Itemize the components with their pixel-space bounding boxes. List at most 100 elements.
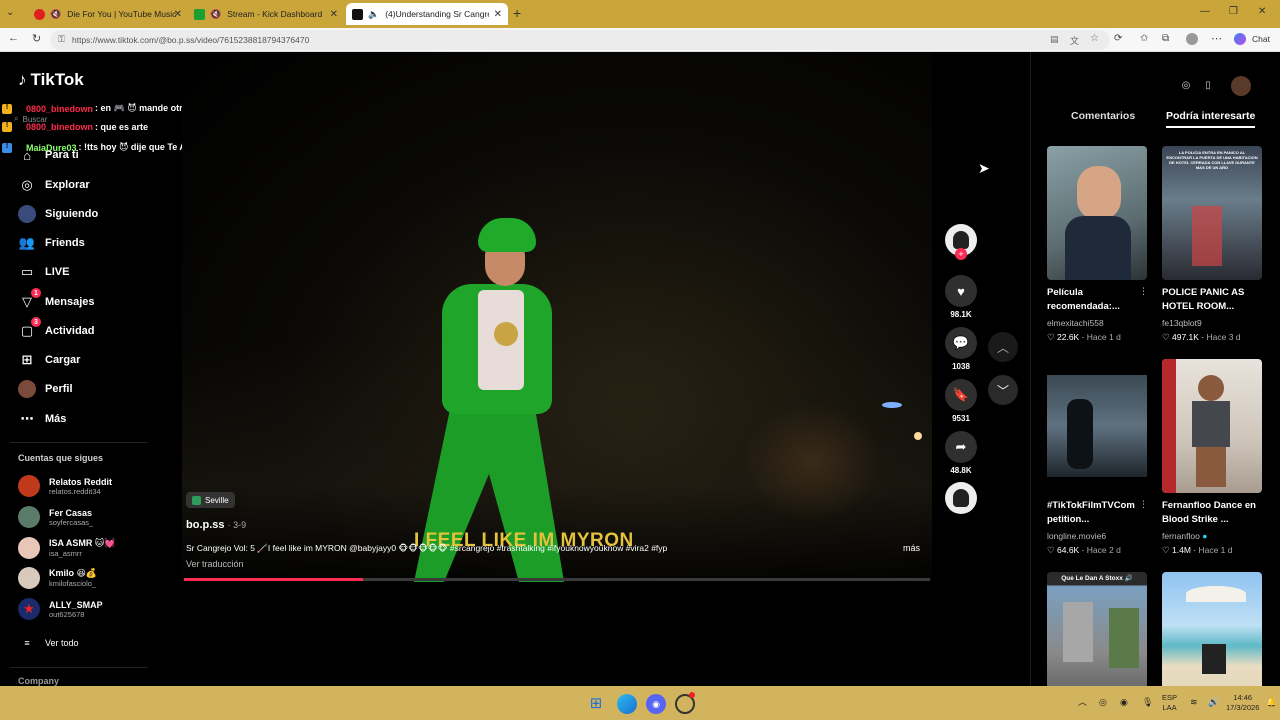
author-avatar-button[interactable]: + xyxy=(945,224,977,260)
thumbnail-text: LA POLICIA ENTRA EN PANICO AL ENCONTRAR … xyxy=(1166,150,1258,170)
video-player[interactable] xyxy=(182,52,932,582)
tab-list-chevron-icon[interactable]: ⌄ xyxy=(6,7,14,18)
language-indicator[interactable]: ESP LAA xyxy=(1162,693,1177,713)
extensions-icon[interactable]: ⟳ xyxy=(1114,33,1122,44)
speaker-icon[interactable]: 🔈 xyxy=(368,9,379,20)
nav-item-explorar[interactable]: ◎ Explorar xyxy=(18,176,89,194)
next-video-button[interactable]: ﹀ xyxy=(988,375,1018,405)
window-close-icon[interactable]: ✕ xyxy=(1258,6,1266,17)
windows-start-icon[interactable]: ⊞ xyxy=(587,694,605,712)
nav-item-cargar[interactable]: ⊞ Cargar xyxy=(18,351,81,369)
volume-icon[interactable]: 🔊 xyxy=(1208,697,1219,707)
video-progress-bar[interactable] xyxy=(184,578,930,581)
account-name: Fer Casas xyxy=(49,507,93,518)
save-button[interactable]: 🔖 9531 xyxy=(945,379,977,423)
nav-item-mensajes[interactable]: ▽ 1 Mensajes xyxy=(18,288,95,311)
favorites-icon[interactable]: ✩ xyxy=(1140,33,1148,44)
favorite-star-icon[interactable]: ☆ xyxy=(1090,33,1099,44)
tab-podria-interesarte[interactable]: Podría interesarte xyxy=(1166,110,1256,128)
thumbnail-figure xyxy=(1109,608,1139,668)
new-tab-icon[interactable]: + xyxy=(513,5,521,21)
video-light xyxy=(882,402,902,408)
tab-kick-dashboard[interactable]: 🔇 Stream - Kick Dashboard ✕ xyxy=(188,3,344,25)
location-badge[interactable]: Seville xyxy=(186,492,235,508)
share-button[interactable]: ➦ 48.8K xyxy=(945,431,977,475)
tab-tiktok[interactable]: 🔈 (4)Understanding Sr Cangrejo ✕ xyxy=(346,3,508,25)
url-field[interactable]: ⚿ https://www.tiktok.com/@bo.p.ss/video/… xyxy=(50,30,1110,50)
nav-item-friends[interactable]: 👥 Friends xyxy=(18,234,85,252)
card-more-icon[interactable]: ⋮ xyxy=(1139,286,1148,297)
card-user: fe13qblot9 xyxy=(1162,318,1202,328)
chat-message: ! 0800_binedown : que es arte xyxy=(2,122,148,132)
company-link[interactable]: Company xyxy=(18,676,59,686)
device-icon[interactable]: ▯ xyxy=(1199,76,1217,94)
follow-plus-icon[interactable]: + xyxy=(955,248,967,260)
discord-icon[interactable]: ◉ xyxy=(646,694,666,714)
star-avatar-icon: ★ xyxy=(18,598,40,620)
tab-youtube-music[interactable]: 🔇 Die For You | YouTube Music ✕ xyxy=(28,3,188,25)
reader-icon[interactable]: ▤ xyxy=(1050,34,1059,45)
card-title: POLICE PANIC AS HOTEL ROOM... xyxy=(1162,287,1245,312)
more-menu-icon[interactable]: ⋯ xyxy=(1211,32,1222,45)
nav-item-actividad[interactable]: ▢ 3 Actividad xyxy=(18,317,95,340)
video-card[interactable]: Fernanfloo Dance en Blood Strike ... fer… xyxy=(1162,359,1262,556)
nav-item-live[interactable]: ▭ LIVE xyxy=(18,263,70,281)
tab-close-icon[interactable]: ✕ xyxy=(174,9,182,20)
clock[interactable]: 14:46 17/3/2026 xyxy=(1226,693,1259,713)
card-title: #TikTokFilmTVCom petition... xyxy=(1047,500,1135,525)
minimize-icon[interactable]: — xyxy=(1200,6,1210,17)
video-card[interactable]: #TikTokFilmTVCom petition... longline.mo… xyxy=(1047,359,1148,556)
translate-icon[interactable]: 文 xyxy=(1070,34,1079,47)
tab-comentarios[interactable]: Comentarios xyxy=(1071,110,1135,122)
following-account[interactable]: Fer Casas soyfercasas_ xyxy=(18,506,93,528)
nav-item-perfil[interactable]: Perfil xyxy=(18,380,73,398)
edge-browser-icon[interactable] xyxy=(617,694,637,714)
tray-expand-icon[interactable]: ︿ xyxy=(1078,697,1087,707)
coin-icon[interactable]: ◎ xyxy=(1177,76,1195,94)
previous-video-button[interactable]: ︿ xyxy=(988,332,1018,362)
more-caption-button[interactable]: más xyxy=(903,543,920,553)
sound-avatar-button[interactable] xyxy=(945,482,977,514)
tab-close-icon[interactable]: ✕ xyxy=(330,9,338,20)
video-author[interactable]: bo.p.ss · 3-9 xyxy=(186,519,246,531)
heart-icon: ♥ xyxy=(945,275,977,307)
like-button[interactable]: ♥ 98.1K xyxy=(945,275,977,319)
maximize-icon[interactable]: ❐ xyxy=(1229,6,1238,17)
tab-close-icon[interactable]: ✕ xyxy=(494,9,502,20)
card-meta: ♡ 64.6K · Hace 2 d xyxy=(1047,545,1121,555)
see-all-button[interactable]: ≡ Ver todo xyxy=(18,634,78,652)
translate-button[interactable]: Ver traducción xyxy=(186,559,244,569)
comment-button[interactable]: 💬 1038 xyxy=(945,327,977,371)
video-thumbnail xyxy=(1047,146,1147,280)
tiktok-logo[interactable]: ♪ TikTok xyxy=(18,70,84,90)
video-card[interactable]: Película recomendada:... elmexitachi558 … xyxy=(1047,146,1148,343)
chat-label[interactable]: Chat xyxy=(1252,34,1270,44)
reload-icon[interactable]: ↻ xyxy=(32,32,41,45)
microphone-icon[interactable]: 🎙 xyxy=(1142,697,1153,707)
collections-icon[interactable]: ⧉ xyxy=(1162,33,1169,44)
site-info-icon[interactable]: ⚿ xyxy=(58,34,65,45)
thumbnail-curtain xyxy=(1162,359,1176,493)
tab-title: Die For You | YouTube Music xyxy=(67,9,177,19)
tray-app-icon[interactable]: ◎ xyxy=(1099,697,1107,707)
thumbnail-umbrella xyxy=(1186,586,1246,602)
following-account[interactable]: Kmilo 😆💰 kmilofasciolo_ xyxy=(18,567,97,589)
profile-avatar-icon[interactable] xyxy=(1186,33,1198,45)
back-icon[interactable]: ← xyxy=(8,32,19,44)
copilot-icon[interactable] xyxy=(1234,33,1246,45)
muted-speaker-icon[interactable]: 🔇 xyxy=(210,9,221,20)
notifications-icon[interactable]: 🔔 xyxy=(1266,697,1277,707)
following-account[interactable]: Relatos Reddit relatos.reddit34 xyxy=(18,475,112,497)
notification-badge: 3 xyxy=(31,317,41,327)
video-card[interactable]: LA POLICIA ENTRA EN PANICO AL ENCONTRAR … xyxy=(1162,146,1262,343)
muted-speaker-icon[interactable]: 🔇 xyxy=(50,9,61,20)
account-handle: kmilofasciolo_ xyxy=(49,579,97,588)
tray-discord-icon[interactable]: ◉ xyxy=(1120,697,1128,707)
following-account[interactable]: ★ ALLY_SMAP out625678 xyxy=(18,598,103,620)
nav-item-mas[interactable]: ⋯ Más xyxy=(18,410,67,428)
nav-item-siguiendo[interactable]: Siguiendo xyxy=(18,205,98,223)
following-account[interactable]: ISA ASMR 🐱💓 isa_asmrr xyxy=(18,537,115,559)
card-more-icon[interactable]: ⋮ xyxy=(1139,499,1148,510)
wifi-icon[interactable]: ≋ xyxy=(1190,697,1198,707)
profile-avatar-icon[interactable] xyxy=(1231,76,1251,96)
